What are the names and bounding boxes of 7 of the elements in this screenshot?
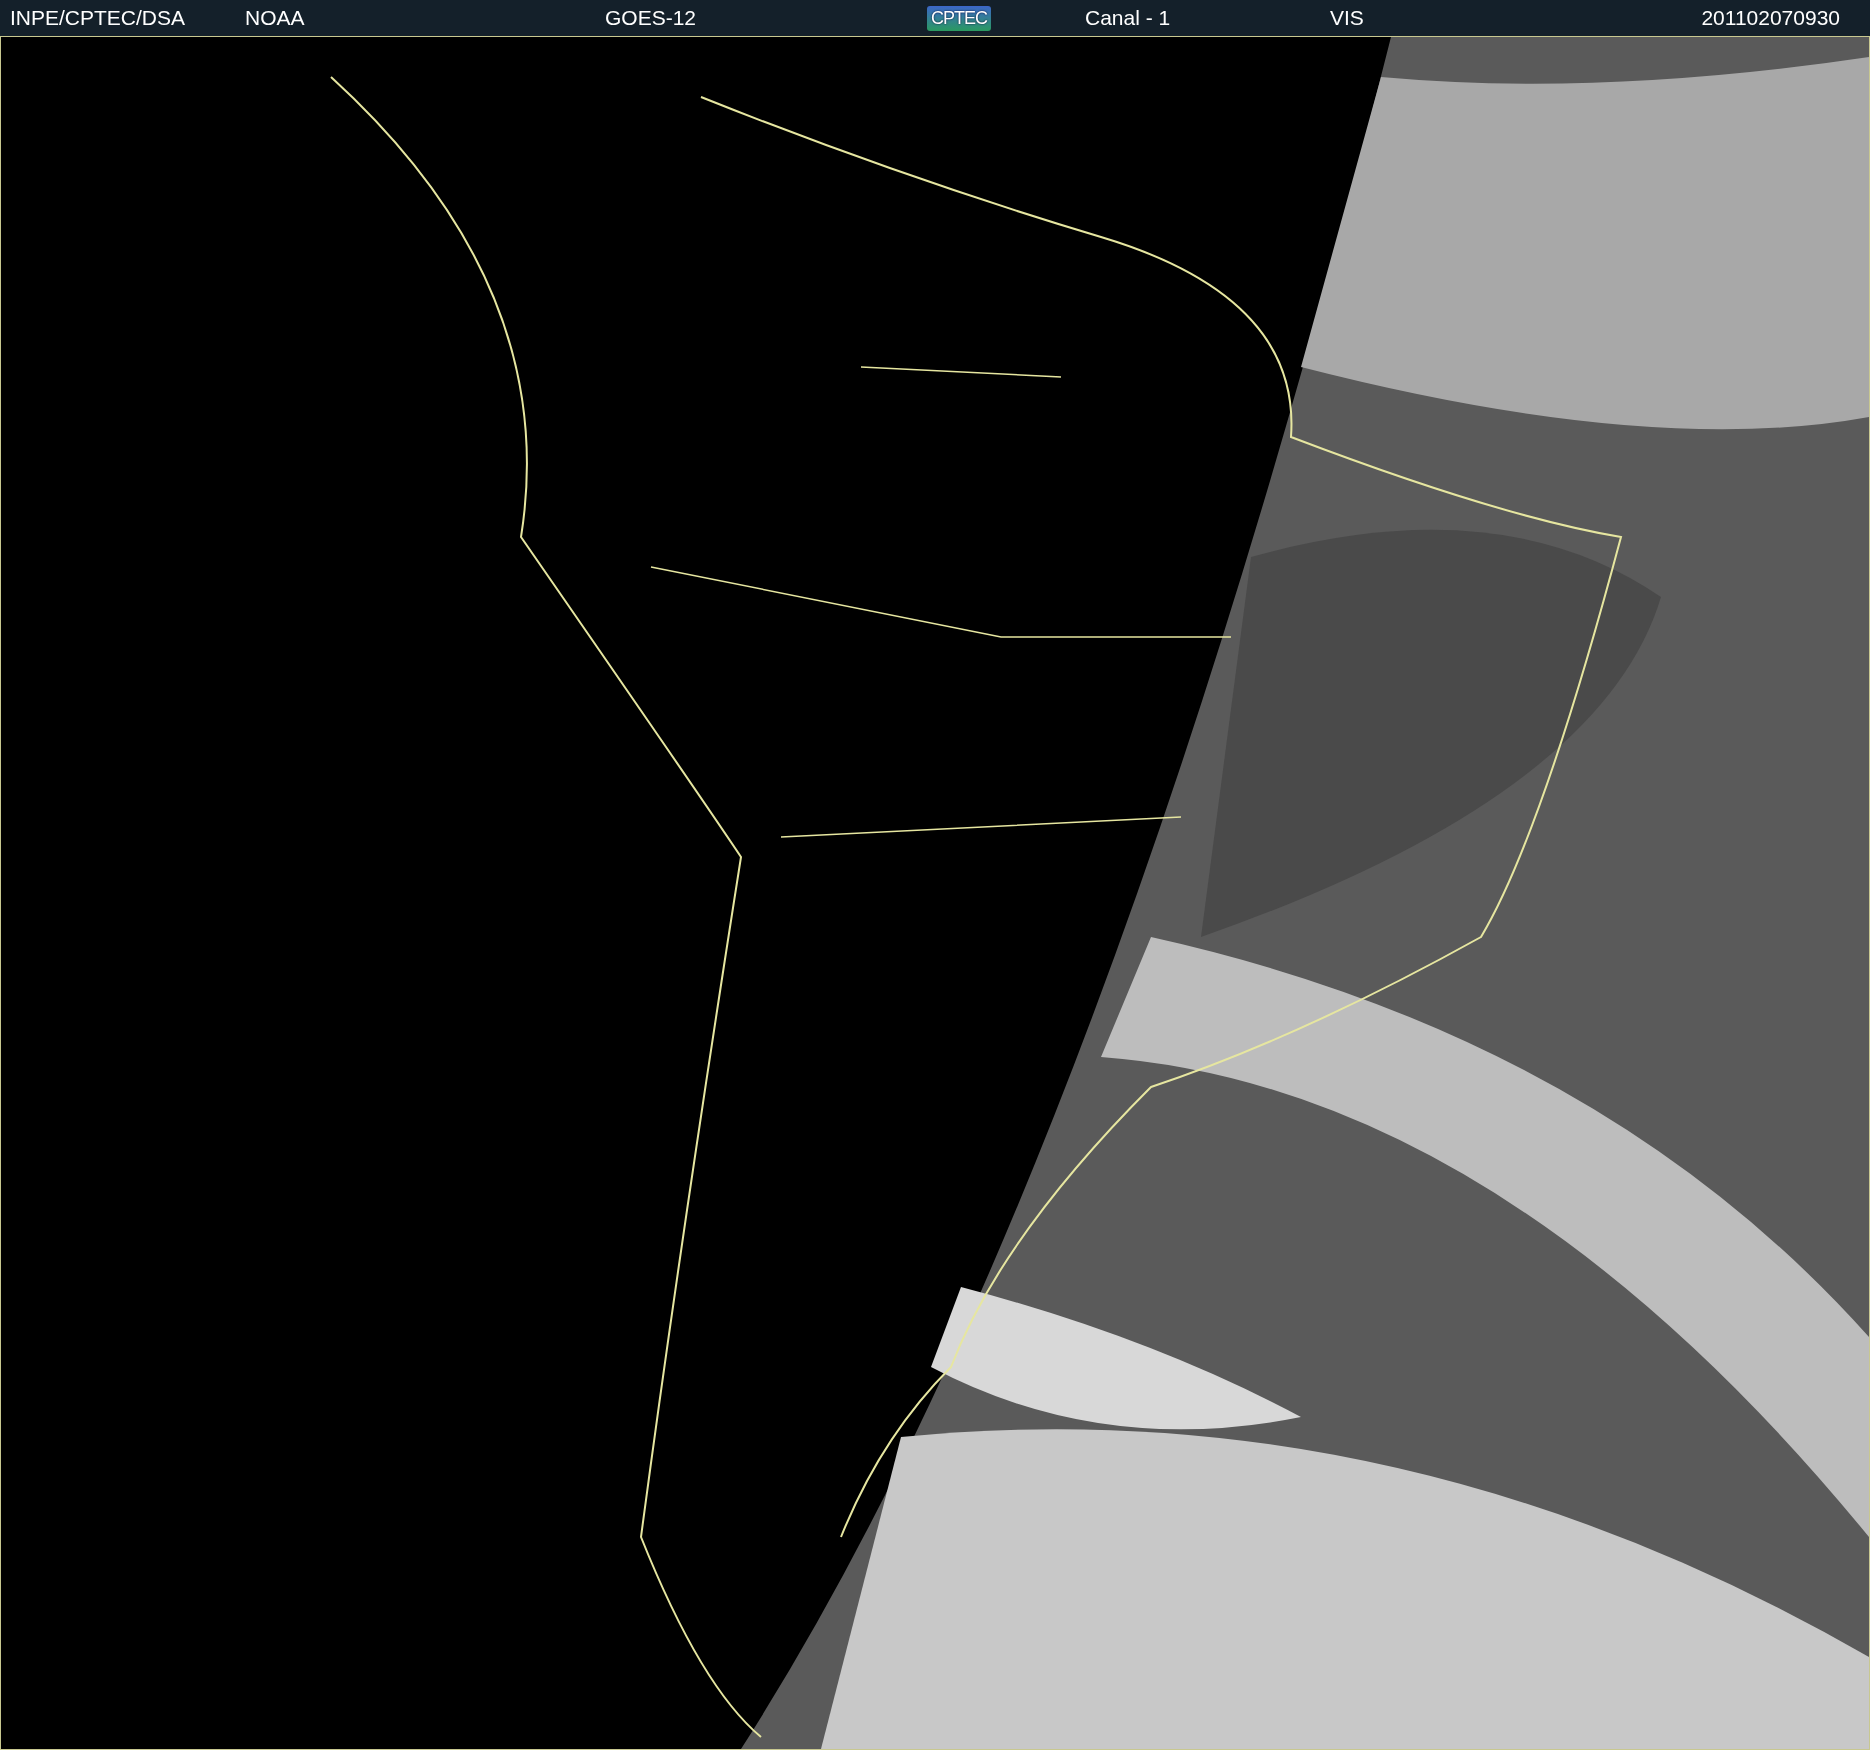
header-label: 201102070930 xyxy=(1701,6,1840,30)
header-label: VIS xyxy=(1330,6,1364,30)
header-label: GOES-12 xyxy=(605,6,697,30)
header-label: INPE/CPTEC/DSA xyxy=(10,6,186,30)
cptec-logo: CPTEC xyxy=(927,5,991,31)
header-label: Canal - 1 xyxy=(1085,6,1171,30)
header-label: NOAA xyxy=(245,6,305,30)
